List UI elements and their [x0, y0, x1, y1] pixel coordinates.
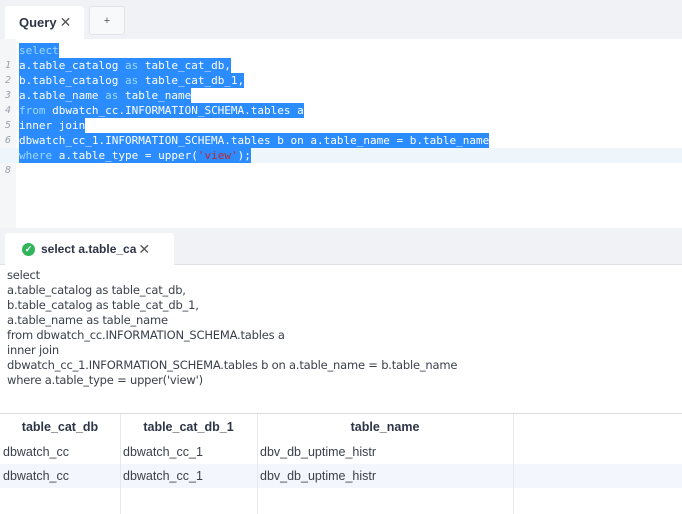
table-row[interactable]: dbwatch_cc dbwatch_cc_1 dbv_db_uptime_hi…: [0, 464, 682, 488]
code-line: 5 from dbwatch_cc.INFORMATION_SCHEMA.tab…: [0, 103, 682, 131]
code-text: from dbwatch_cc.INFORMATION_SCHEMA.table…: [19, 103, 304, 118]
column-divider[interactable]: [120, 414, 121, 514]
query-line: b.table_catalog as table_cat_db_1,: [7, 298, 199, 312]
code-line: 3 b.table_catalog as table_cat_db_1,: [0, 73, 682, 101]
code-line: 4 a.table_name as table_name: [0, 88, 682, 116]
tab-query[interactable]: Query ✕: [5, 6, 84, 39]
grid-header: table_cat_db table_cat_db_1 table_name: [0, 414, 682, 440]
query-line: where a.table_type = upper('view'): [7, 373, 203, 387]
table-cell[interactable]: dbwatch_cc_1: [120, 464, 257, 488]
table-cell[interactable]: dbwatch_cc: [0, 440, 120, 464]
query-line: dbwatch_cc_1.INFORMATION_SCHEMA.tables b…: [7, 358, 458, 372]
code-text: b.table_catalog as table_cat_db_1,: [19, 73, 245, 88]
executed-query-text: select a.table_catalog as table_cat_db, …: [7, 268, 667, 388]
code-text: inner join: [19, 118, 86, 133]
result-grid: table_cat_db table_cat_db_1 table_name d…: [0, 413, 682, 514]
editor-tab-strip: Query ✕ +: [0, 0, 682, 39]
tab-result-label: select a.table_ca: [41, 242, 137, 256]
column-divider[interactable]: [513, 414, 514, 514]
line-number: 8: [4, 165, 12, 176]
table-cell[interactable]: dbwatch_cc: [0, 464, 120, 488]
plus-icon: +: [103, 14, 111, 27]
query-line: from dbwatch_cc.INFORMATION_SCHEMA.table…: [7, 328, 285, 342]
column-header-table-name[interactable]: table_name: [257, 414, 513, 440]
tab-query-label: Query: [19, 15, 57, 30]
query-line: inner join: [7, 343, 59, 357]
query-line: a.table_catalog as table_cat_db,: [7, 283, 186, 297]
code-line: 7 dbwatch_cc_1.INFORMATION_SCHEMA.tables…: [0, 133, 682, 161]
add-tab-button[interactable]: +: [89, 6, 125, 35]
close-icon[interactable]: ✕: [138, 241, 150, 258]
code-text: where a.table_type = upper('view');: [19, 148, 251, 163]
code-text: a.table_catalog as table_cat_db,: [19, 58, 231, 73]
query-line: select: [7, 268, 40, 282]
code-text: select: [19, 43, 59, 58]
query-line: a.table_name as table_name: [7, 313, 168, 327]
code-line: 6 inner join: [0, 118, 682, 146]
column-divider[interactable]: [257, 414, 258, 514]
code-text: a.table_name as table_name: [19, 88, 192, 103]
table-cell[interactable]: dbv_db_uptime_histr: [257, 440, 513, 464]
empty-grid-area: [0, 488, 682, 514]
tab-result[interactable]: ✓ select a.table_ca ✕: [5, 233, 174, 265]
result-tab-strip: ✓ select a.table_ca ✕: [0, 228, 682, 265]
table-row[interactable]: dbwatch_cc dbwatch_cc_1 dbv_db_uptime_hi…: [0, 440, 682, 464]
code-text: dbwatch_cc_1.INFORMATION_SCHEMA.tables b…: [19, 133, 490, 148]
check-circle-icon: ✓: [22, 242, 35, 256]
table-cell[interactable]: dbwatch_cc_1: [120, 440, 257, 464]
code-line: 1 select: [0, 43, 682, 71]
column-header-table-cat-db[interactable]: table_cat_db: [0, 414, 120, 440]
column-header-table-cat-db-1[interactable]: table_cat_db_1: [120, 414, 257, 440]
code-line-active: 8 where a.table_type = upper('view');: [0, 148, 682, 176]
code-line: 2 a.table_catalog as table_cat_db,: [0, 58, 682, 86]
close-icon[interactable]: ✕: [60, 14, 72, 31]
table-cell[interactable]: dbv_db_uptime_histr: [257, 464, 513, 488]
sql-editor[interactable]: 1 select 2 a.table_catalog as table_cat_…: [0, 39, 682, 228]
